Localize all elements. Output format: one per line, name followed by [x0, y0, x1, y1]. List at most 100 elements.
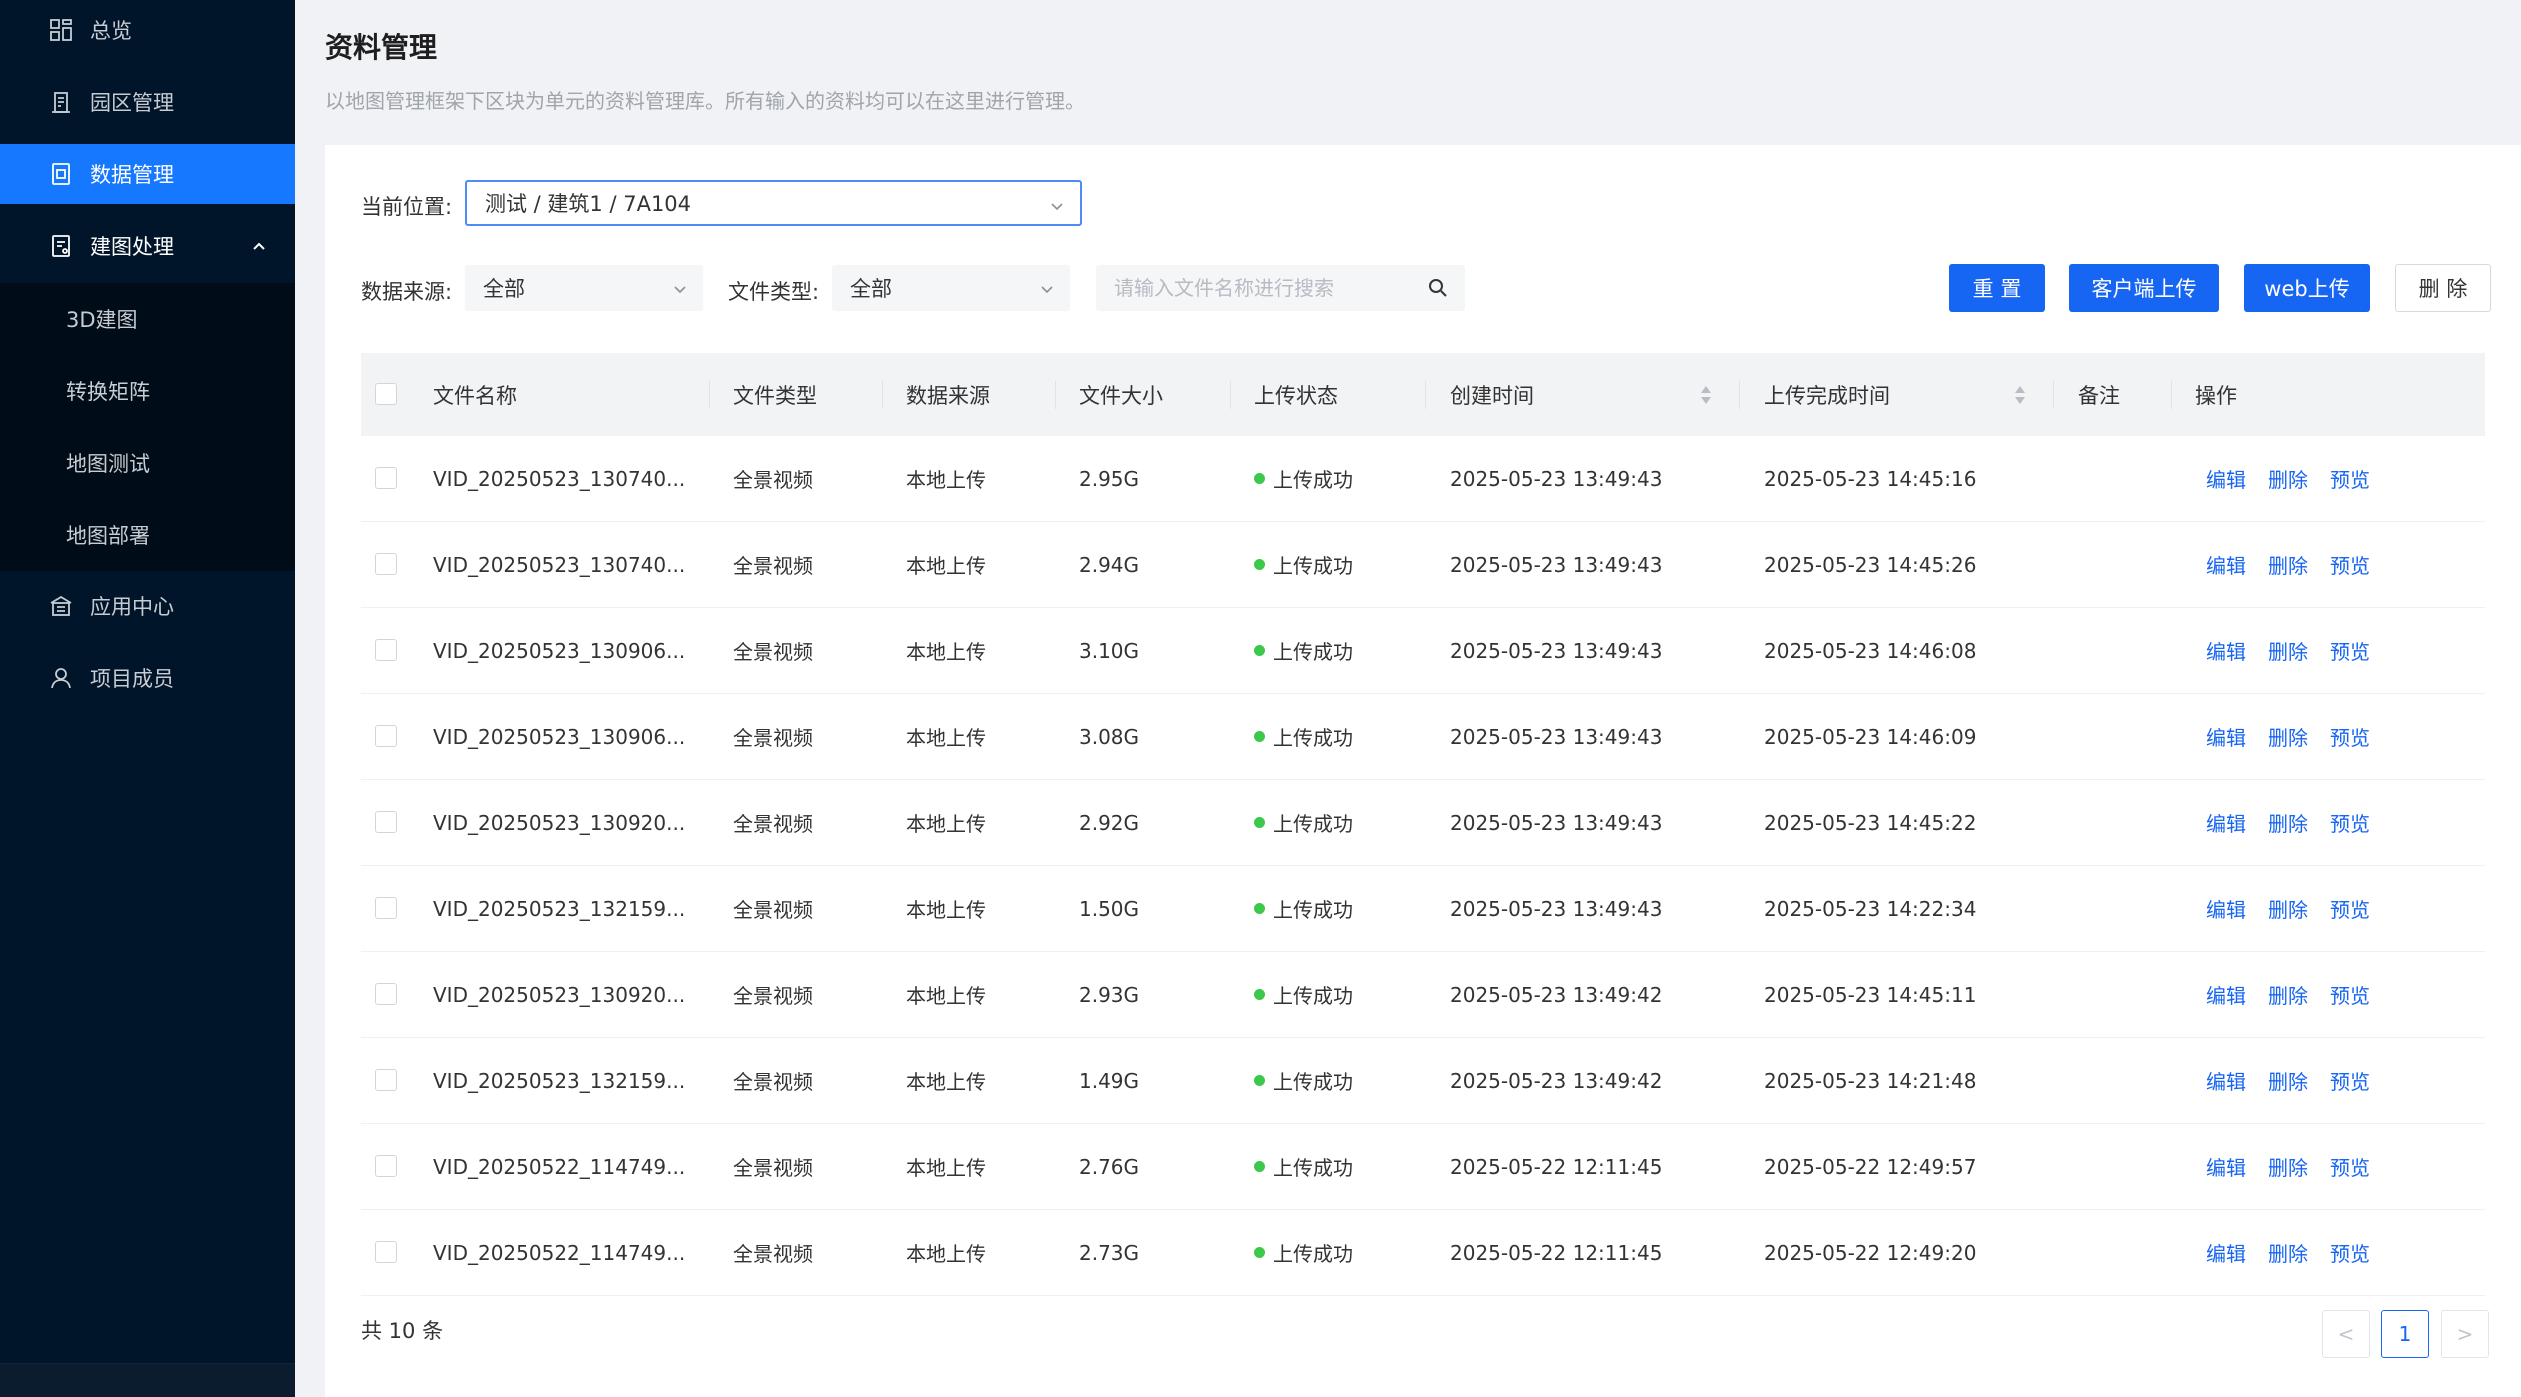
- column-header-finished-time[interactable]: 上传完成时间: [1764, 353, 1890, 436]
- row-checkbox[interactable]: [375, 1155, 397, 1177]
- chevron-down-icon: [1038, 279, 1056, 297]
- app-center-icon: [48, 593, 74, 619]
- status-text: 上传成功: [1273, 1242, 1353, 1266]
- cell-file-size: 1.49G: [1079, 1068, 1140, 1093]
- row-checkbox[interactable]: [375, 1241, 397, 1263]
- sort-icon[interactable]: [2013, 383, 2027, 407]
- prev-page-button[interactable]: <: [2322, 1310, 2370, 1358]
- row-checkbox[interactable]: [375, 639, 397, 661]
- status-dot-icon: [1254, 1247, 1265, 1258]
- row-checkbox[interactable]: [375, 897, 397, 919]
- cell-file-size: 2.73G: [1079, 1240, 1140, 1265]
- delete-link[interactable]: 删除: [2268, 722, 2308, 751]
- row-checkbox[interactable]: [375, 1069, 397, 1091]
- cell-file-type: 全景视频: [733, 984, 813, 1008]
- sidebar-item-overview[interactable]: 总览: [0, 0, 295, 60]
- edit-link[interactable]: 编辑: [2206, 1152, 2246, 1181]
- preview-link[interactable]: 预览: [2330, 1238, 2370, 1267]
- cell-upload-status: 上传成功: [1254, 866, 1353, 951]
- edit-link[interactable]: 编辑: [2206, 550, 2246, 579]
- edit-link[interactable]: 编辑: [2206, 1066, 2246, 1095]
- sort-icon[interactable]: [1699, 383, 1713, 407]
- preview-link[interactable]: 预览: [2330, 722, 2370, 751]
- delete-link[interactable]: 删除: [2268, 980, 2308, 1009]
- sidebar-item-data-management[interactable]: 数据管理: [0, 144, 295, 204]
- web-upload-button[interactable]: web上传: [2244, 264, 2370, 312]
- cell-file-size: 2.94G: [1079, 552, 1140, 577]
- edit-link[interactable]: 编辑: [2206, 1238, 2246, 1267]
- edit-link[interactable]: 编辑: [2206, 636, 2246, 665]
- preview-link[interactable]: 预览: [2330, 894, 2370, 923]
- cell-upload-status: 上传成功: [1254, 952, 1353, 1037]
- edit-link[interactable]: 编辑: [2206, 980, 2246, 1009]
- row-checkbox[interactable]: [375, 811, 397, 833]
- row-checkbox[interactable]: [375, 467, 397, 489]
- preview-link[interactable]: 预览: [2330, 980, 2370, 1009]
- status-text: 上传成功: [1273, 468, 1353, 492]
- submenu-item-map-testing[interactable]: 地图测试: [0, 427, 295, 499]
- preview-link[interactable]: 预览: [2330, 1152, 2370, 1181]
- submenu-item-transform-matrix[interactable]: 转换矩阵: [0, 355, 295, 427]
- chevron-up-icon[interactable]: [249, 236, 269, 256]
- edit-link[interactable]: 编辑: [2206, 894, 2246, 923]
- delete-link[interactable]: 删除: [2268, 1152, 2308, 1181]
- status-dot-icon: [1254, 473, 1265, 484]
- edit-link[interactable]: 编辑: [2206, 464, 2246, 493]
- edit-link[interactable]: 编辑: [2206, 808, 2246, 837]
- next-page-button[interactable]: >: [2441, 1310, 2489, 1358]
- cell-data-source: 本地上传: [906, 554, 986, 578]
- submenu-item-map-deployment[interactable]: 地图部署: [0, 499, 295, 571]
- table-row: VID_20250523_130920... 全景视频 本地上传 2.92G 2025-…: [361, 780, 2485, 866]
- column-divider: [1055, 381, 1056, 409]
- cell-finished-time: 2025-05-23 14:45:16: [1764, 466, 1977, 491]
- select-all-checkbox[interactable]: [375, 383, 397, 405]
- cell-file-name: VID_20250522_114749...: [433, 1154, 686, 1179]
- data-source-value: 全部: [483, 277, 525, 301]
- edit-link[interactable]: 编辑: [2206, 722, 2246, 751]
- delete-link[interactable]: 删除: [2268, 808, 2308, 837]
- preview-link[interactable]: 预览: [2330, 464, 2370, 493]
- delete-link[interactable]: 删除: [2268, 550, 2308, 579]
- file-search-input[interactable]: [1096, 265, 1396, 311]
- table-row: VID_20250523_132159... 全景视频 本地上传 1.49G 2025-…: [361, 1038, 2485, 1124]
- sidebar-item-app-center[interactable]: 应用中心: [0, 576, 295, 636]
- submenu-item-label: 地图部署: [66, 524, 150, 548]
- row-checkbox[interactable]: [375, 983, 397, 1005]
- delete-button[interactable]: 删 除: [2395, 264, 2491, 312]
- status-dot-icon: [1254, 645, 1265, 656]
- delete-link[interactable]: 删除: [2268, 1066, 2308, 1095]
- data-source-select[interactable]: 全部: [465, 265, 703, 311]
- column-divider: [1425, 381, 1426, 409]
- table-body: VID_20250523_130740... 全景视频 本地上传 2.95G 2025-…: [361, 436, 2485, 1296]
- cell-actions: 编辑 删除 预览: [2206, 866, 2392, 951]
- column-header-created-time[interactable]: 创建时间: [1450, 353, 1534, 436]
- column-header-file-type: 文件类型: [733, 383, 817, 408]
- search-icon[interactable]: [1427, 277, 1449, 299]
- status-dot-icon: [1254, 1075, 1265, 1086]
- preview-link[interactable]: 预览: [2330, 808, 2370, 837]
- reset-button[interactable]: 重 置: [1949, 264, 2045, 312]
- submenu-item-3d-mapping[interactable]: 3D建图: [0, 283, 295, 355]
- sidebar-item-project-members[interactable]: 项目成员: [0, 648, 295, 708]
- row-checkbox[interactable]: [375, 553, 397, 575]
- sidebar-item-map-processing[interactable]: 建图处理: [0, 216, 295, 276]
- preview-link[interactable]: 预览: [2330, 1066, 2370, 1095]
- delete-link[interactable]: 删除: [2268, 1238, 2308, 1267]
- sidebar-item-park-management[interactable]: 园区管理: [0, 72, 295, 132]
- delete-link[interactable]: 删除: [2268, 636, 2308, 665]
- page-1-button[interactable]: 1: [2381, 1310, 2429, 1358]
- row-checkbox[interactable]: [375, 725, 397, 747]
- submenu-item-label: 3D建图: [66, 308, 138, 332]
- sidebar-collapse-bar[interactable]: [0, 1363, 295, 1397]
- location-cascader[interactable]: 测试 / 建筑1 / 7A104: [465, 180, 1082, 226]
- preview-link[interactable]: 预览: [2330, 636, 2370, 665]
- delete-link[interactable]: 删除: [2268, 894, 2308, 923]
- location-value: 测试 / 建筑1 / 7A104: [485, 192, 692, 216]
- cell-actions: 编辑 删除 预览: [2206, 694, 2392, 779]
- cell-finished-time: 2025-05-23 14:45:26: [1764, 552, 1977, 577]
- client-upload-button[interactable]: 客户端上传: [2069, 264, 2219, 312]
- cell-file-size: 2.76G: [1079, 1154, 1140, 1179]
- delete-link[interactable]: 删除: [2268, 464, 2308, 493]
- preview-link[interactable]: 预览: [2330, 550, 2370, 579]
- file-type-select[interactable]: 全部: [832, 265, 1070, 311]
